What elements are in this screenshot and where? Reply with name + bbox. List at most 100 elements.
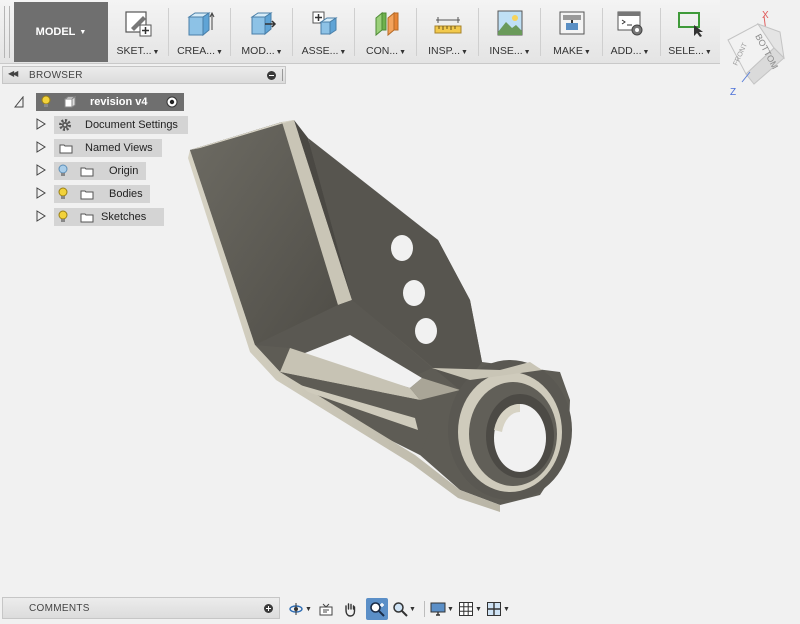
browser-item-origin[interactable]: Origin xyxy=(54,162,146,180)
browser-item-document-settings[interactable]: Document Settings xyxy=(54,116,188,134)
comments-label: COMMENTS xyxy=(29,603,90,614)
folder-icon xyxy=(80,167,94,177)
create-button[interactable]: CREA...▼ xyxy=(172,4,228,60)
sketch-button[interactable]: SKET...▼ xyxy=(110,4,166,60)
select-icon xyxy=(678,12,703,37)
select-label: SELE... xyxy=(668,45,704,57)
bulb-on-icon[interactable] xyxy=(58,187,68,201)
collapse-panel-icon[interactable]: ◀◀ xyxy=(8,69,18,78)
bulb-on-icon[interactable] xyxy=(58,210,68,224)
expand-triangle-icon[interactable] xyxy=(36,187,46,199)
fit-button[interactable]: ▼ xyxy=(392,598,416,620)
assemble-button[interactable]: ASSE...▼ xyxy=(296,4,352,60)
browser-item-label: Origin xyxy=(109,165,139,177)
expanded-triangle-icon[interactable] xyxy=(14,96,24,108)
chevron-down-icon: ▼ xyxy=(704,49,712,56)
assemble-label: ASSE... xyxy=(301,45,339,57)
make-button[interactable]: MAKE▼ xyxy=(544,4,600,60)
addins-icon xyxy=(617,11,643,36)
component-icon xyxy=(64,96,76,108)
axis-z-label: Z xyxy=(730,87,736,98)
expand-triangle-icon[interactable] xyxy=(36,164,46,176)
model-viewport-body[interactable] xyxy=(170,100,590,540)
toolbar-grip[interactable] xyxy=(4,6,10,58)
toolbar: MODEL ▼ SKET...▼ CREA...▼ MOD...▼ ASSE..… xyxy=(0,0,720,64)
navigation-bar: ▼ ▼ ▼ ▼ ▼ xyxy=(286,597,518,621)
addins-button[interactable]: ADD...▼ xyxy=(602,4,658,60)
insert-label: INSE... xyxy=(489,45,523,57)
browser-item-named-views[interactable]: Named Views xyxy=(54,139,162,157)
browser-title: BROWSER xyxy=(29,70,83,81)
chevron-down-icon: ▼ xyxy=(79,28,87,36)
browser-minimize-icon[interactable] xyxy=(267,71,276,80)
chevron-down-icon: ▼ xyxy=(339,49,347,56)
assemble-icon xyxy=(312,11,338,35)
browser-header: ◀◀ BROWSER xyxy=(2,66,286,84)
root-component-label: revision v4 xyxy=(90,96,148,108)
create-box-icon xyxy=(187,11,215,37)
root-component-node[interactable]: revision v4 xyxy=(36,93,184,111)
browser-item-label: Bodies xyxy=(109,188,143,200)
modify-button[interactable]: MOD...▼ xyxy=(234,4,290,60)
comments-bar[interactable]: COMMENTS xyxy=(2,597,280,619)
viewports-icon xyxy=(487,602,501,616)
axis-x-label: X xyxy=(762,10,769,21)
chevron-down-icon: ▼ xyxy=(642,49,650,56)
make-label: MAKE xyxy=(553,45,583,57)
browser-item-bodies[interactable]: Bodies xyxy=(54,185,150,203)
chevron-down-icon: ▼ xyxy=(152,49,160,56)
gear-icon xyxy=(59,119,71,131)
zoom-button[interactable] xyxy=(366,598,388,620)
chevron-down-icon: ▼ xyxy=(583,49,591,56)
grid-icon xyxy=(459,602,473,616)
browser-resize-grip[interactable] xyxy=(282,69,284,81)
folder-icon xyxy=(59,144,73,154)
make-3d-print-icon xyxy=(559,11,585,35)
modify-label: MOD... xyxy=(241,45,275,57)
orbit-button[interactable]: ▼ xyxy=(288,598,312,620)
workspace-label: MODEL xyxy=(35,26,76,38)
bulb-on-icon[interactable] xyxy=(41,95,51,109)
inspect-button[interactable]: INSP...▼ xyxy=(420,4,476,60)
insert-button[interactable]: INSE...▼ xyxy=(482,4,538,60)
inspect-ruler-icon xyxy=(434,17,462,34)
chevron-down-icon: ▼ xyxy=(216,49,223,56)
browser-item-label: Named Views xyxy=(85,142,153,154)
expand-triangle-icon[interactable] xyxy=(36,210,46,222)
chevron-down-icon: ▼ xyxy=(409,605,416,613)
construct-label: CON... xyxy=(365,45,399,57)
browser-item-sketches[interactable]: Sketches xyxy=(54,208,164,226)
viewports-button[interactable]: ▼ xyxy=(486,598,510,620)
chevron-down-icon: ▼ xyxy=(399,49,407,56)
inspect-label: INSP... xyxy=(428,45,460,57)
expand-triangle-icon[interactable] xyxy=(36,141,46,153)
hand-pan-icon xyxy=(345,603,356,617)
look-at-button[interactable] xyxy=(318,598,334,620)
pan-button[interactable] xyxy=(342,598,358,620)
create-label: CREA... xyxy=(177,45,215,57)
folder-icon xyxy=(80,190,94,200)
chevron-down-icon: ▼ xyxy=(460,49,468,56)
chevron-down-icon: ▼ xyxy=(475,605,482,613)
grid-settings-button[interactable]: ▼ xyxy=(458,598,482,620)
workspace-switcher[interactable]: MODEL ▼ xyxy=(14,2,108,62)
zoom-fit-icon xyxy=(393,602,408,617)
view-cube[interactable]: X FRONT BOTTOM Z xyxy=(720,2,800,98)
insert-image-icon xyxy=(497,10,523,36)
select-button[interactable]: SELE...▼ xyxy=(662,4,718,60)
expand-triangle-icon[interactable] xyxy=(36,118,46,130)
addins-label: ADD... xyxy=(610,45,642,57)
zoom-icon xyxy=(370,602,385,617)
chevron-down-icon: ▼ xyxy=(447,605,454,613)
look-at-icon xyxy=(319,603,333,616)
display-settings-button[interactable]: ▼ xyxy=(430,598,454,620)
orbit-icon xyxy=(289,603,303,615)
bulb-off-icon[interactable] xyxy=(58,164,68,178)
chevron-down-icon: ▼ xyxy=(523,49,531,56)
construct-button[interactable]: CON...▼ xyxy=(358,4,414,60)
browser-item-label: Document Settings xyxy=(85,119,178,131)
chevron-down-icon: ▼ xyxy=(503,605,510,613)
chevron-down-icon: ▼ xyxy=(305,605,312,613)
modify-icon xyxy=(250,12,277,36)
add-comment-icon[interactable] xyxy=(264,604,273,613)
